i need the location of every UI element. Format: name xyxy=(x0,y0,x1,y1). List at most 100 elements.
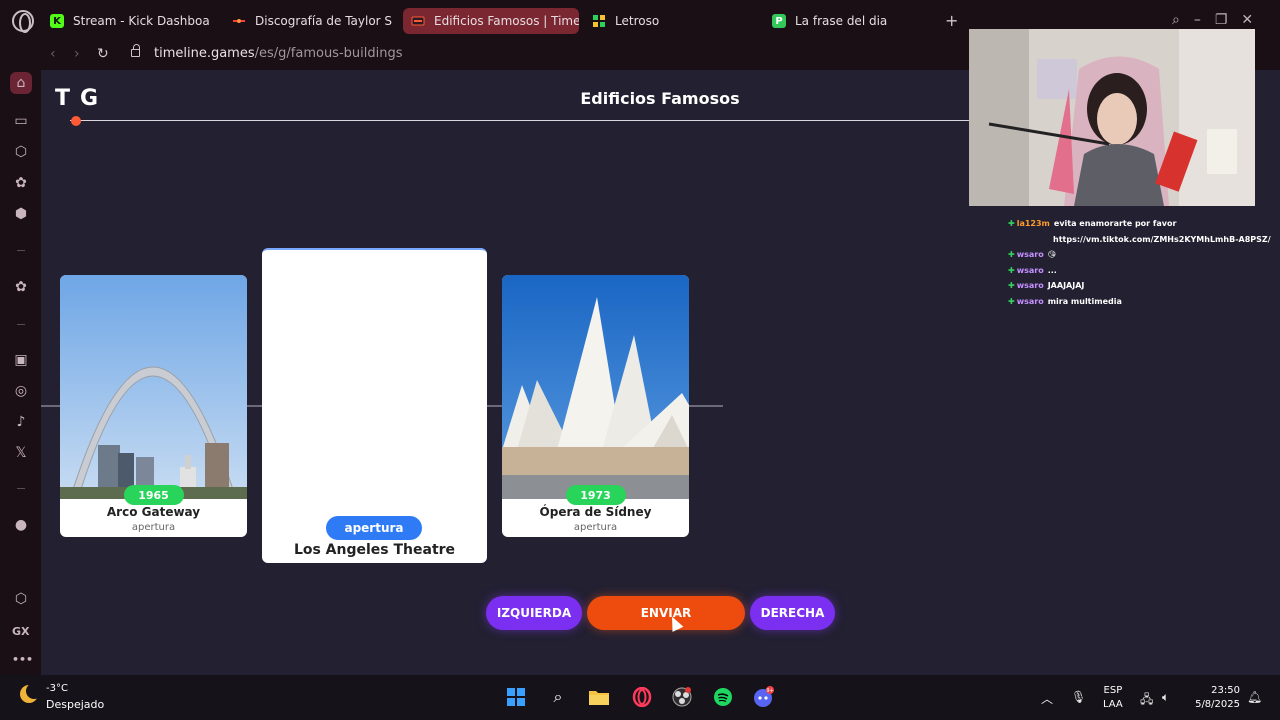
chat-badge-icon: ✚ xyxy=(1008,281,1015,290)
chatgpt-icon[interactable]: ✿ xyxy=(10,172,32,194)
openai-icon[interactable]: ✿ xyxy=(10,276,32,298)
weather-condition[interactable]: Despejado xyxy=(46,698,104,711)
notifications-icon[interactable]: 🔔︎ xyxy=(1247,690,1262,704)
x-icon[interactable]: 𝕏 xyxy=(10,442,32,464)
gaming-icon[interactable]: ▭ xyxy=(10,110,32,132)
chat-message: ✚ la123m evita enamorarte por favor xyxy=(1008,216,1278,232)
tab-label: La frase del dia xyxy=(795,14,888,28)
kick-icon: K xyxy=(50,14,64,28)
chat-message: ✚ wsaro ... xyxy=(1008,263,1278,279)
frase-icon: P xyxy=(772,14,786,28)
chat-text: mira multimedia xyxy=(1047,296,1122,306)
timeline-card-arco-gateway[interactable]: 1965 Arco Gateway apertura xyxy=(60,275,247,537)
show-hidden-icons[interactable]: ︿ xyxy=(1041,690,1053,707)
opera-de-sidney-photo xyxy=(502,275,689,499)
forward-icon[interactable]: › xyxy=(74,46,80,62)
page-title: Edificios Famosos xyxy=(580,89,740,108)
instagram-icon[interactable]: ◎ xyxy=(10,380,32,402)
record-icon[interactable]: ● xyxy=(10,514,32,536)
aria-icon[interactable]: ⬡ xyxy=(10,141,32,163)
moon-icon[interactable] xyxy=(20,683,42,703)
language-indicator[interactable]: ESP LAA xyxy=(1103,684,1123,712)
chat-text: JAAJAJAJ xyxy=(1047,281,1085,290)
system-clock[interactable]: 23:50 5/8/2025 xyxy=(1190,684,1240,712)
tab-label: Edificios Famosos | Timel xyxy=(434,14,579,28)
chat-badge-icon: ✚ xyxy=(1008,265,1015,275)
discord-badge: 9+ xyxy=(766,688,773,694)
tab-discografia[interactable]: Discografía de Taylor Sw xyxy=(224,8,392,34)
microphone-icon[interactable]: 🎙︎ xyxy=(1071,690,1086,704)
temperature[interactable]: -3°C xyxy=(46,683,68,694)
keyboard-layout: LAA xyxy=(1103,699,1123,710)
card-title: Arco Gateway xyxy=(106,505,201,519)
reload-icon[interactable]: ↻ xyxy=(97,46,109,62)
arco-gateway-photo xyxy=(60,275,247,500)
chat-username: wsaro xyxy=(1016,296,1044,306)
tab-la-frase-del-dia[interactable]: P La frase del dia xyxy=(764,8,932,34)
tiktok-icon[interactable]: ♪ xyxy=(10,411,32,433)
opera-sidebar: ⌂ ▭ ⬡ ✿ ⬢ ✿ ▣ ◎ ♪ 𝕏 ● ⬡ GX ••• xyxy=(0,70,41,675)
maximize-icon[interactable]: ❐ xyxy=(1215,12,1228,28)
minimize-icon[interactable]: – xyxy=(1194,12,1201,28)
chat-message: ✚ wsaro JAAJAJAJ xyxy=(1008,278,1278,294)
lock-icon xyxy=(131,44,140,57)
tab-label: Stream - Kick Dashboard xyxy=(73,14,210,28)
opera-gx-icon[interactable] xyxy=(631,686,653,708)
back-icon[interactable]: ‹ xyxy=(50,46,56,62)
tab-letroso[interactable]: Letroso xyxy=(584,8,752,34)
network-icon[interactable]: 🖧︎ xyxy=(1140,690,1153,711)
sidebar-divider xyxy=(17,488,25,489)
timeline-line xyxy=(689,405,723,407)
obs-icon[interactable] xyxy=(671,686,693,708)
chat-text: 😘 xyxy=(1047,250,1057,259)
card-category: apertura xyxy=(131,522,176,533)
card-title: Ópera de Sídney xyxy=(539,505,652,519)
twitch-icon[interactable]: ▣ xyxy=(10,349,32,371)
chat-link: https://vm.tiktok.com/ZMHs2KYMhLmhB-A8PS… xyxy=(1053,234,1271,244)
language-code: ESP xyxy=(1103,685,1123,696)
search-tabs-icon[interactable]: ⌕ xyxy=(1172,12,1180,28)
card-category: apertura xyxy=(573,522,618,533)
progress-indicator xyxy=(71,116,81,126)
clock-date: 5/8/2025 xyxy=(1195,699,1240,710)
screen: K Stream - Kick Dashboard Discografía de… xyxy=(0,0,1280,720)
right-button[interactable]: DERECHA xyxy=(750,596,835,630)
chat-message: ✚ wsaro mira multimedia xyxy=(1008,294,1278,310)
url-path: /es/g/famous-buildings xyxy=(254,46,403,61)
taylor-swift-icon xyxy=(232,14,246,28)
chat-text: ... xyxy=(1047,265,1057,275)
url-field[interactable]: timeline.games/es/g/famous-buildings xyxy=(154,46,403,61)
sidebar-divider xyxy=(17,250,25,251)
chat-username: wsaro xyxy=(1016,250,1044,259)
chat-username: wsaro xyxy=(1016,281,1044,290)
timeline-card-opera-de-sidney[interactable]: 1973 Ópera de Sídney apertura xyxy=(502,275,689,537)
close-window-icon[interactable]: ✕ xyxy=(1241,12,1253,28)
tab-edificios-famosos[interactable]: Edificios Famosos | Timel xyxy=(403,8,579,34)
home-icon[interactable]: ⌂ xyxy=(10,72,32,94)
discord-icon[interactable]: 9+ xyxy=(753,686,775,708)
gx-control-label[interactable]: GX xyxy=(12,625,30,638)
extension-icon[interactable]: ⬢ xyxy=(10,203,32,225)
timeline-games-icon xyxy=(411,14,425,28)
active-card-los-angeles-theatre[interactable]: apertura Los Angeles Theatre xyxy=(262,248,487,563)
spotify-icon[interactable] xyxy=(712,686,734,708)
search-icon[interactable]: ⌕ xyxy=(547,686,569,708)
tab-kick-dashboard[interactable]: K Stream - Kick Dashboard xyxy=(42,8,210,34)
submit-button[interactable]: ENVIAR xyxy=(587,596,745,630)
sidebar-divider xyxy=(17,324,25,325)
active-card-title: Los Angeles Theatre xyxy=(293,542,456,558)
window-controls: ⌕ – ❐ ✕ xyxy=(1172,12,1253,28)
new-tab-button[interactable]: + xyxy=(945,11,958,30)
chat-username: la123m xyxy=(1016,219,1050,228)
opera-logo-icon[interactable] xyxy=(12,10,34,33)
volume-icon[interactable]: 🔈︎ xyxy=(1162,690,1169,705)
left-button[interactable]: IZQUIERDA xyxy=(486,596,582,630)
chat-text: evita enamorarte por favor xyxy=(1053,219,1177,228)
more-icon[interactable]: ••• xyxy=(12,653,33,666)
chat-badge-icon: ✚ xyxy=(1008,296,1015,306)
file-explorer-icon[interactable] xyxy=(588,686,610,708)
windows-start-icon[interactable] xyxy=(505,686,527,708)
timeline-games-logo[interactable]: TG xyxy=(55,86,108,111)
shield-icon[interactable]: ⬡ xyxy=(10,588,32,610)
letroso-icon xyxy=(592,14,606,28)
